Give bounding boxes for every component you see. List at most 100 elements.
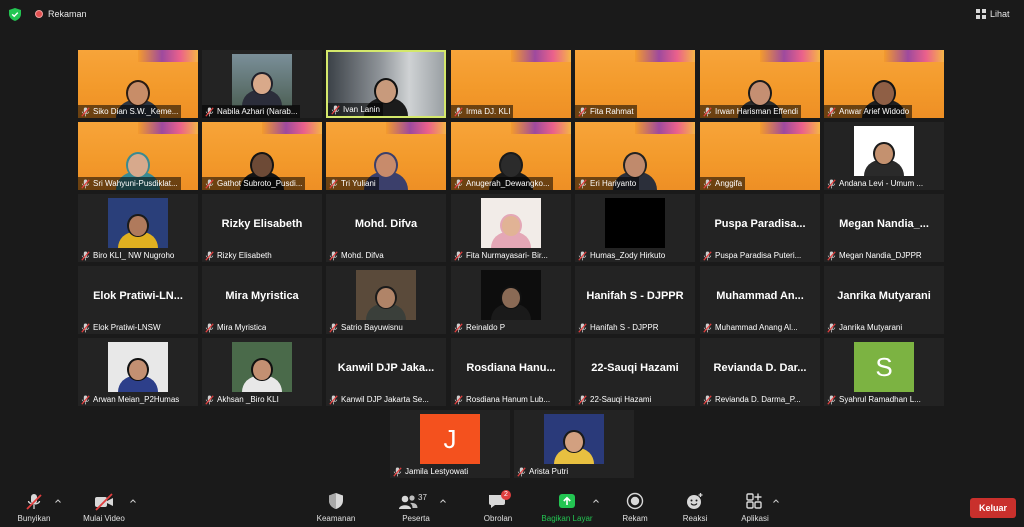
participant-tile[interactable]: Fita Nurmayasari- Bir... xyxy=(451,194,571,262)
record-button[interactable]: Rekam xyxy=(618,488,652,527)
participant-tile[interactable]: Megan Nandia_... Megan Nandia_DJPPR xyxy=(824,194,944,262)
participant-tile[interactable]: 22-Sauqi Hazami 22-Sauqi Hazami xyxy=(575,338,695,406)
participant-display-name: Janrika Mutyarani xyxy=(837,290,931,302)
view-button[interactable]: Lihat xyxy=(976,6,1010,22)
unmute-button[interactable]: Bunyikan xyxy=(14,488,54,527)
participant-name: Nabila Azhari (Narab... xyxy=(217,107,298,116)
participant-tile[interactable]: Kanwil DJP Jaka... Kanwil DJP Jakarta Se.… xyxy=(326,338,446,406)
participant-tile[interactable]: Irma DJ. KLI xyxy=(451,50,571,118)
participant-tile[interactable]: Tri Yuliani xyxy=(326,122,446,190)
participant-name: Akhsan _Biro KLI xyxy=(217,395,279,404)
recording-icon xyxy=(35,10,43,18)
participant-tile[interactable]: Janrika Mutyarani Janrika Mutyarani xyxy=(824,266,944,334)
chevron-up-icon[interactable] xyxy=(55,498,61,504)
participant-tile[interactable]: Gathot Subroto_Pusdi... xyxy=(202,122,322,190)
participant-tile[interactable]: Eri Hariyanto xyxy=(575,122,695,190)
participant-tile[interactable]: Puspa Paradisa... Puspa Paradisa Puteri..… xyxy=(700,194,820,262)
participant-tile[interactable]: Siko Dian S.W._Keme... xyxy=(78,50,198,118)
participant-display-name: 22-Sauqi Hazami xyxy=(591,362,679,374)
participant-tile[interactable]: Nabila Azhari (Narab... xyxy=(202,50,322,118)
start-video-label: Mulai Video xyxy=(83,514,125,523)
participant-tile[interactable]: Arista Putri xyxy=(514,410,634,478)
participant-name-label: Anugerah_Dewangko... xyxy=(451,177,553,190)
participant-tile[interactable]: Anugerah_Dewangko... xyxy=(451,122,571,190)
chevron-up-icon[interactable] xyxy=(773,498,779,504)
participant-name-label: Humas_Zody Hirkuto xyxy=(575,249,668,262)
participant-tile[interactable]: Sri Wahyuni-Pusdiklat... xyxy=(78,122,198,190)
start-video-button[interactable]: Mulai Video xyxy=(78,488,130,527)
profile-photo xyxy=(481,198,541,248)
participant-name-label: Gathot Subroto_Pusdi... xyxy=(202,177,306,190)
leave-button[interactable]: Keluar xyxy=(970,498,1016,518)
participant-name-label: Arista Putri xyxy=(514,465,571,478)
shield-icon xyxy=(328,492,344,512)
muted-mic-icon xyxy=(454,106,463,117)
share-screen-button[interactable]: Bagikan Layar xyxy=(538,488,596,527)
participant-tile[interactable]: Arwan Meian_P2Humas xyxy=(78,338,198,406)
participant-figure xyxy=(232,54,292,106)
apps-button[interactable]: Aplikasi xyxy=(736,488,774,527)
participant-tile[interactable]: Satrio Bayuwisnu xyxy=(326,266,446,334)
participant-name: Arwan Meian_P2Humas xyxy=(93,395,180,404)
participant-tile[interactable]: Reinaldo P xyxy=(451,266,571,334)
participant-tile[interactable]: Anwar Arief Widodo xyxy=(824,50,944,118)
participant-tile[interactable]: Biro KLI_ NW Nugroho xyxy=(78,194,198,262)
muted-mic-icon xyxy=(329,178,338,189)
participant-name: Mohd. Difva xyxy=(341,251,384,260)
participant-tile[interactable]: Andana Levi - Umum ... xyxy=(824,122,944,190)
chevron-up-icon[interactable] xyxy=(593,498,599,504)
participant-tile[interactable]: Ivan Lanin xyxy=(326,50,446,118)
reactions-button[interactable]: Reaksi xyxy=(678,488,712,527)
participant-tile[interactable]: Akhsan _Biro KLI xyxy=(202,338,322,406)
participant-tile[interactable]: Rosdiana Hanu... Rosdiana Hanum Lub... xyxy=(451,338,571,406)
participant-tile[interactable]: Humas_Zody Hirkuto xyxy=(575,194,695,262)
muted-mic-icon xyxy=(454,250,463,261)
participant-tile[interactable]: Anggifa xyxy=(700,122,820,190)
muted-mic-icon xyxy=(703,178,712,189)
participant-tile[interactable]: Mohd. Difva Mohd. Difva xyxy=(326,194,446,262)
participant-name-label: Tri Yuliani xyxy=(326,177,379,190)
participant-name-label: Rizky Elisabeth xyxy=(202,249,275,262)
chat-button[interactable]: 2 Obrolan xyxy=(480,488,516,527)
participant-name: Gathot Subroto_Pusdi... xyxy=(217,179,303,188)
participant-name: Fita Rahmat xyxy=(590,107,634,116)
shield-icon[interactable] xyxy=(9,8,21,21)
security-button[interactable]: Keamanan xyxy=(313,488,359,527)
avatar: J xyxy=(420,414,480,464)
participant-tile[interactable]: S Syahrul Ramadhan L... xyxy=(824,338,944,406)
participant-tile[interactable]: Hanifah S - DJPPR Hanifah S - DJPPR xyxy=(575,266,695,334)
participant-tile[interactable]: Revianda D. Dar... Revianda D. Darma_P... xyxy=(700,338,820,406)
chevron-up-icon[interactable] xyxy=(130,498,136,504)
top-bar: Rekaman Lihat xyxy=(0,0,1024,30)
muted-mic-icon xyxy=(331,104,340,115)
profile-photo xyxy=(481,270,541,320)
muted-mic-icon xyxy=(81,178,90,189)
participant-tile[interactable]: J Jamila Lestyowati xyxy=(390,410,510,478)
muted-mic-icon xyxy=(703,106,712,117)
participant-display-name: Elok Pratiwi-LN... xyxy=(93,290,183,302)
muted-mic-icon xyxy=(329,394,338,405)
muted-mic-icon xyxy=(703,394,712,405)
profile-photo xyxy=(854,126,914,176)
participants-button[interactable]: 37 Peserta xyxy=(398,488,434,527)
participant-name-label: Kanwil DJP Jakarta Se... xyxy=(326,393,432,406)
participant-name-label: Sri Wahyuni-Pusdiklat... xyxy=(78,177,181,190)
participant-tile[interactable]: Elok Pratiwi-LN... Elok Pratiwi-LNSW xyxy=(78,266,198,334)
participant-name-label: 22-Sauqi Hazami xyxy=(575,393,654,406)
muted-mic-icon xyxy=(827,250,836,261)
participant-tile[interactable]: Muhammad An... Muhammad Anang Al... xyxy=(700,266,820,334)
participant-name: Irma DJ. KLI xyxy=(466,107,511,116)
participant-tile[interactable]: Rizky Elisabeth Rizky Elisabeth xyxy=(202,194,322,262)
participant-name: Eri Hariyanto xyxy=(590,179,637,188)
muted-mic-icon xyxy=(827,322,836,333)
profile-photo xyxy=(108,342,168,392)
participant-figure xyxy=(854,126,914,176)
chat-badge: 2 xyxy=(501,490,511,500)
participant-tile[interactable]: Mira Myristica Mira Myristica xyxy=(202,266,322,334)
participant-tile[interactable]: Irwan Harisman Effendi xyxy=(700,50,820,118)
participant-figure xyxy=(544,414,604,464)
participant-tile[interactable]: Fita Rahmat xyxy=(575,50,695,118)
participant-name: Anugerah_Dewangko... xyxy=(466,179,550,188)
security-label: Keamanan xyxy=(316,514,356,523)
chevron-up-icon[interactable] xyxy=(440,498,446,504)
